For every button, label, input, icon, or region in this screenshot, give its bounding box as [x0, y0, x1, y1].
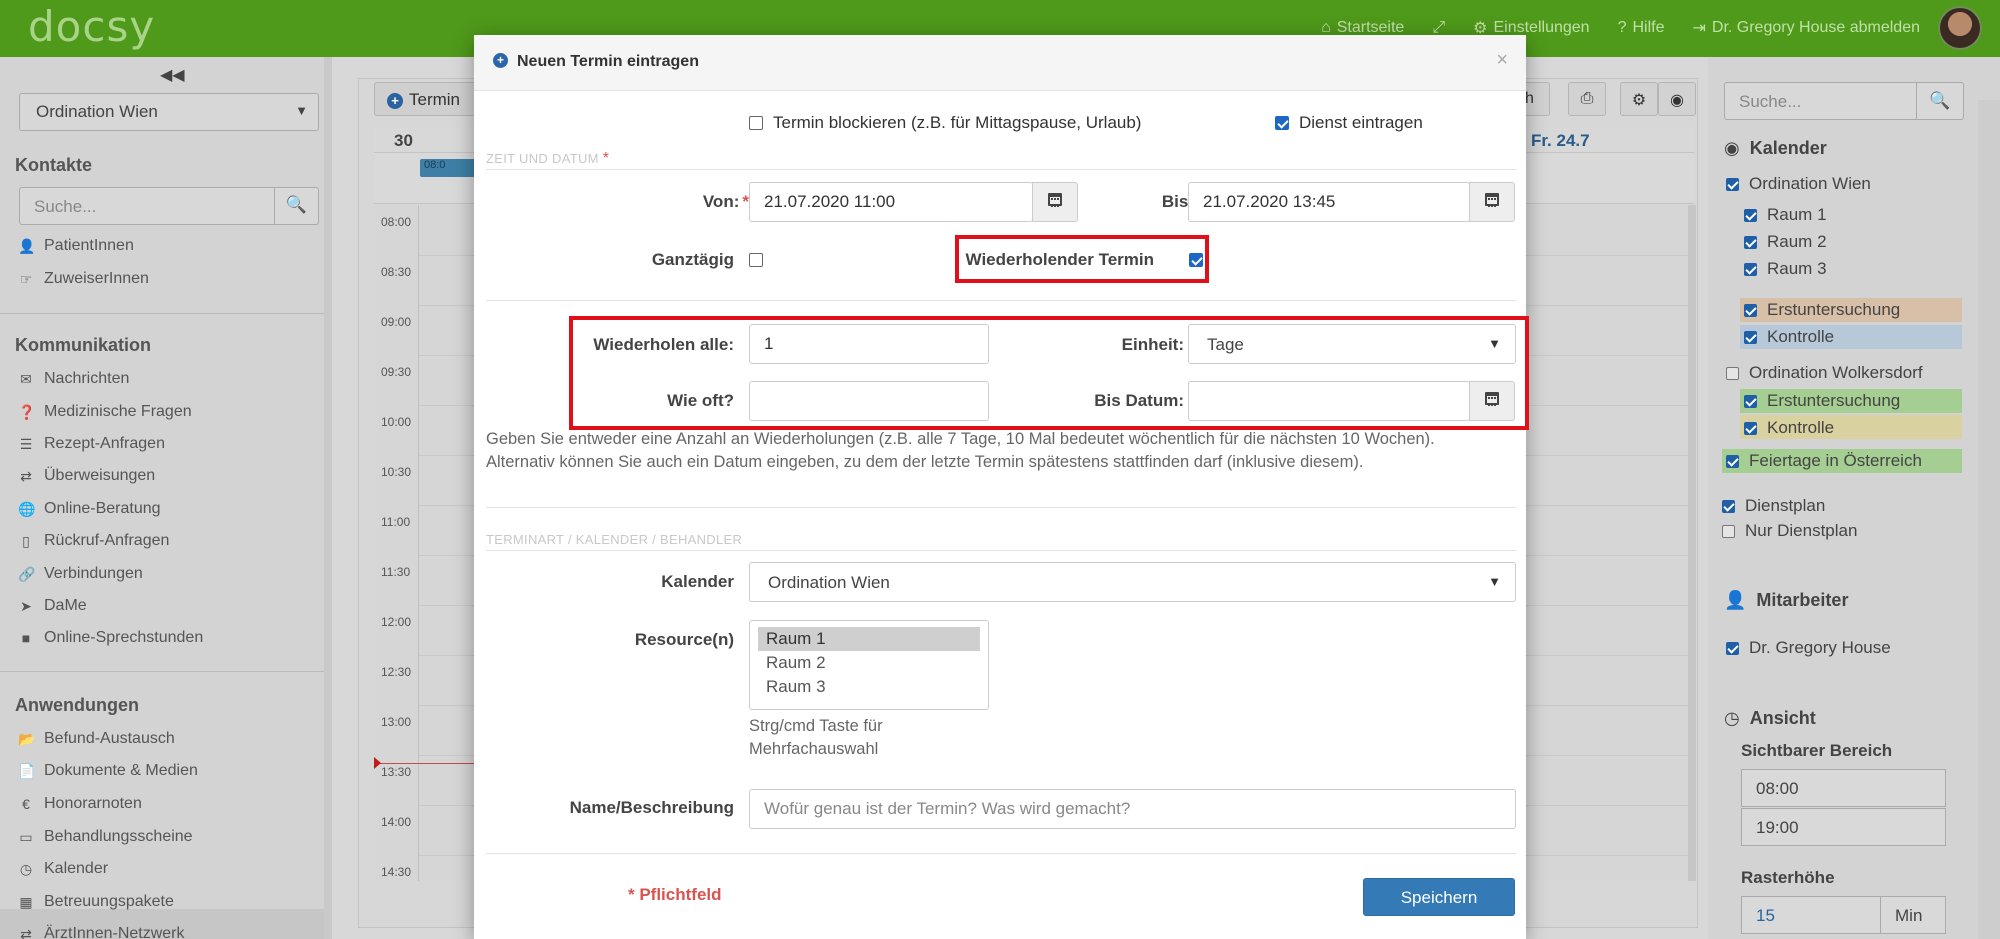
resource-option[interactable]: Raum 3 — [758, 675, 980, 699]
von-label: Von: * — [702, 192, 749, 211]
section-divider — [486, 550, 1516, 551]
save-button[interactable]: Speichern — [1363, 878, 1515, 916]
pflichtfeld-note: * Pflichtfeld — [628, 885, 722, 904]
close-icon[interactable]: × — [1496, 49, 1508, 72]
name-beschreibung-input[interactable]: Wofür genau ist der Termin? Was wird gem… — [749, 789, 1516, 829]
highlight-box — [955, 235, 1209, 283]
section-divider — [486, 169, 1516, 170]
resource-option[interactable]: Raum 1 — [758, 627, 980, 651]
resource-label: Resource(n) — [634, 630, 734, 649]
ganztaegig-label: Ganztägig — [651, 250, 734, 269]
divider — [486, 507, 1516, 508]
section-terminart: TERMINART / KALENDER / BEHANDLER — [486, 532, 743, 547]
checkbox[interactable] — [1275, 116, 1289, 130]
resource-option[interactable]: Raum 2 — [758, 651, 980, 675]
dienst-eintragen-option[interactable]: Dienst eintragen — [1275, 113, 1423, 133]
von-datetime-input[interactable]: 21.07.2020 11:00 — [749, 182, 1033, 222]
ganztaegig-checkbox[interactable] — [749, 253, 763, 267]
resource-listbox[interactable]: Raum 1 Raum 2 Raum 3 — [749, 620, 989, 710]
checkbox[interactable] — [749, 116, 763, 130]
repeat-help-text: Geben Sie entweder eine Anzahl an Wieder… — [486, 430, 1435, 471]
calendar-icon[interactable] — [1032, 182, 1078, 222]
bis-label: Bis: — [1161, 192, 1194, 211]
kalender-label: Kalender — [661, 572, 734, 591]
section-zeit-datum: ZEIT UND DATUM * — [486, 150, 610, 167]
calendar-icon[interactable] — [1469, 182, 1515, 222]
resource-help-text: Strg/cmd Taste für Mehrfachauswahl — [749, 717, 883, 758]
name-beschreibung-label: Name/Beschreibung — [569, 798, 734, 817]
highlight-box — [569, 316, 1529, 430]
plus-circle-icon: + — [493, 53, 508, 68]
divider — [486, 300, 1516, 301]
modal-title: Neuen Termin eintragen — [517, 53, 699, 70]
modal-header: + Neuen Termin eintragen × — [474, 35, 1526, 91]
bis-datetime-input[interactable]: 21.07.2020 13:45 — [1188, 182, 1470, 222]
new-appointment-modal: + Neuen Termin eintragen × Termin blocki… — [474, 35, 1529, 939]
kalender-select[interactable]: Ordination Wien ▼ — [749, 562, 1516, 602]
divider — [486, 853, 1516, 854]
chevron-down-icon: ▼ — [1488, 574, 1501, 589]
block-termin-option[interactable]: Termin blockieren (z.B. für Mittagspause… — [749, 113, 1141, 133]
